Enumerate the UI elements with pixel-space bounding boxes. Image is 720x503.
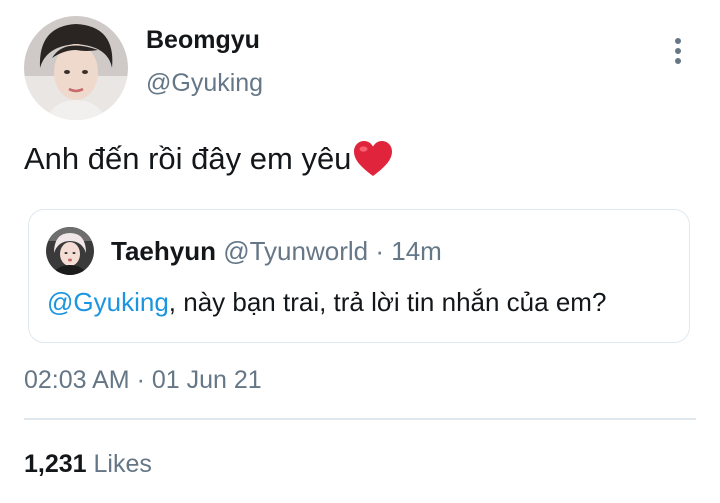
quoted-tweet-text: @Gyuking, này bạn trai, trả lời tin nhắn… — [47, 287, 606, 318]
tweet-text: Anh đến rồi đây em yêu — [24, 140, 393, 178]
author-handle[interactable]: @Gyuking — [146, 69, 263, 98]
quoted-author-name[interactable]: Taehyun — [111, 236, 216, 266]
mention-link[interactable]: @Gyuking — [47, 287, 169, 317]
tweet-timestamp[interactable]: 02:03 AM · 01 Jun 21 — [24, 366, 262, 395]
quoted-author-avatar[interactable] — [46, 227, 94, 275]
more-vertical-icon-dot — [675, 48, 681, 54]
likes-stat[interactable]: 1,231 Likes — [24, 450, 152, 479]
author-display-name[interactable]: Beomgyu — [146, 26, 260, 55]
red-heart-icon — [353, 140, 393, 178]
more-options-button[interactable] — [664, 34, 692, 68]
more-vertical-icon — [675, 38, 681, 44]
likes-count: 1,231 — [24, 450, 87, 478]
quoted-tweet-card[interactable]: Taehyun @Tyunworld · 14m @Gyuking, này b… — [28, 209, 690, 343]
more-vertical-icon-dot — [675, 58, 681, 64]
tweet-text-content: Anh đến rồi đây em yêu — [24, 141, 352, 176]
divider — [24, 418, 696, 420]
quoted-header-separator: · — [375, 236, 385, 266]
quoted-tweet-body: , này bạn trai, trả lời tin nhắn của em? — [168, 287, 607, 317]
quoted-tweet-header: Taehyun @Tyunworld · 14m — [111, 236, 442, 267]
author-avatar[interactable] — [24, 16, 128, 120]
likes-label: Likes — [93, 450, 152, 478]
quoted-tweet-time[interactable]: 14m — [391, 236, 442, 266]
quoted-author-handle[interactable]: @Tyunworld — [223, 236, 368, 266]
